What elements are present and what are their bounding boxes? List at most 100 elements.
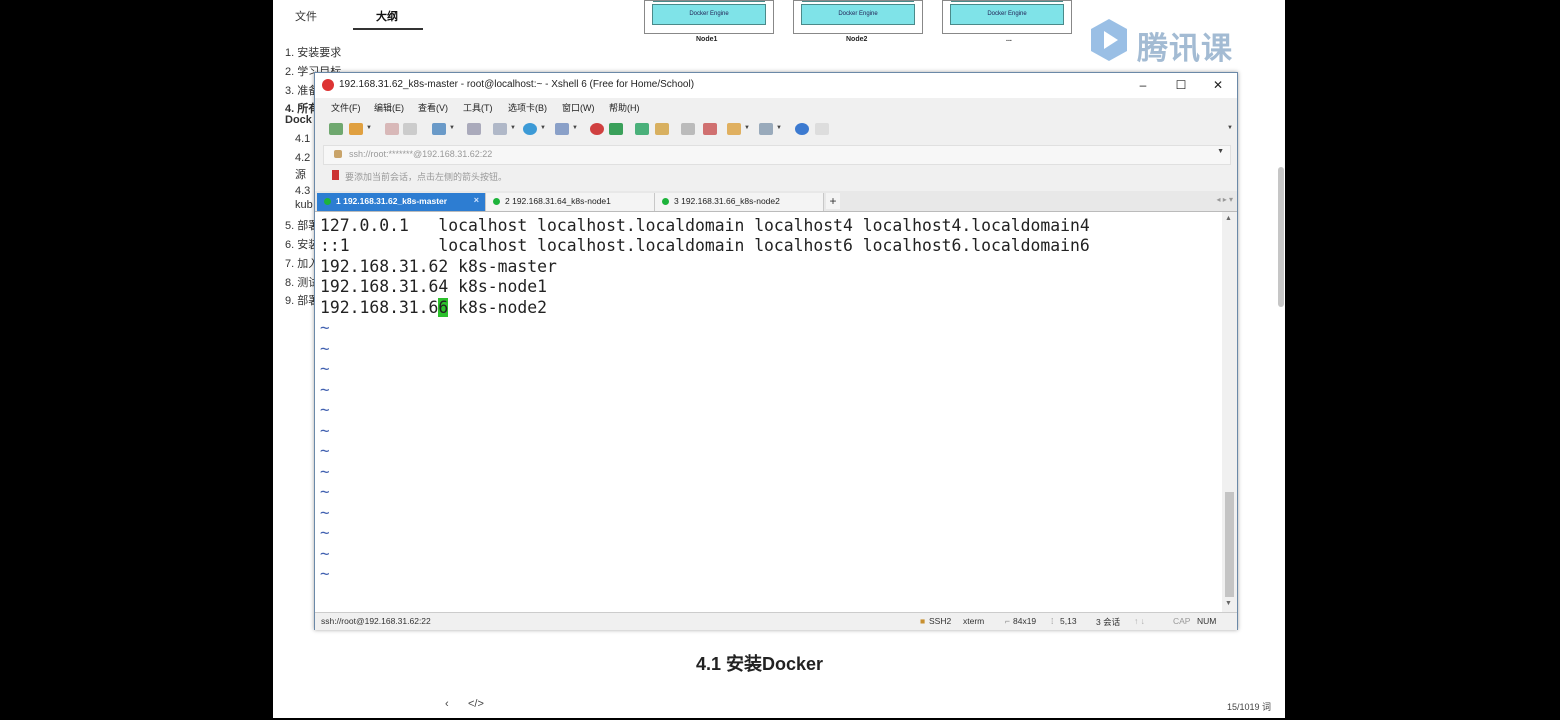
status-term: xterm xyxy=(963,616,985,626)
add-tab-button[interactable]: + xyxy=(826,193,840,209)
chat-icon[interactable] xyxy=(815,123,829,135)
xshell-logo-icon xyxy=(322,79,334,91)
code-icon[interactable]: </> xyxy=(468,698,484,710)
connected-icon xyxy=(493,198,500,205)
find-icon[interactable] xyxy=(467,123,481,135)
keyboard-icon[interactable] xyxy=(681,123,695,135)
tab-scroll-arrows[interactable]: ◂ ▸ ▾ xyxy=(1217,195,1234,204)
outline-item[interactable]: 4.2 xyxy=(295,152,310,164)
chevron-down-icon[interactable]: ▼ xyxy=(1227,125,1233,131)
watermark: 腾讯课堂 xyxy=(1087,17,1257,111)
connected-icon xyxy=(324,198,331,205)
address-bar[interactable]: ssh://root:*******@192.168.31.62:22 ▼ xyxy=(323,145,1231,165)
empty-line-tilde: ~ xyxy=(320,380,330,399)
menu-tabs[interactable]: 选项卡(B) xyxy=(508,101,547,114)
outline-item[interactable]: 源 xyxy=(295,166,306,182)
line-text: 192.168.31.6 xyxy=(320,298,439,317)
empty-line-tilde: ~ xyxy=(320,359,330,378)
chevron-left-icon[interactable]: ‹ xyxy=(445,698,449,710)
line-text: k8s-node2 xyxy=(448,298,547,317)
empty-line-tilde: ~ xyxy=(320,339,330,358)
empty-line-tilde: ~ xyxy=(320,441,330,460)
chevron-down-icon[interactable]: ▼ xyxy=(540,125,546,131)
maximize-button[interactable]: ☐ xyxy=(1166,76,1196,94)
bookmark-icon[interactable] xyxy=(332,170,339,180)
layout-icon[interactable] xyxy=(493,123,507,135)
compose-icon[interactable] xyxy=(727,123,741,135)
open-folder-icon[interactable] xyxy=(349,123,363,135)
minimize-button[interactable]: – xyxy=(1128,76,1158,94)
close-icon[interactable]: × xyxy=(474,195,479,205)
menu-file[interactable]: 文件(F) xyxy=(331,101,361,114)
document-bottom-bar: ‹ </> 15/1019 词 xyxy=(273,694,1285,716)
lock-icon xyxy=(334,150,342,158)
terminal-line: 192.168.31.64 k8s-node1 xyxy=(320,277,547,296)
tab-file[interactable]: 文件 xyxy=(295,8,317,24)
tab-session-node2[interactable]: 3 192.168.31.66_k8s-node2 xyxy=(655,193,824,211)
session-hint-bar: 要添加当前会话，点击左侧的箭头按钮。 xyxy=(323,167,1229,185)
terminal-area[interactable]: 127.0.0.1 localhost localhost.localdomai… xyxy=(315,212,1222,612)
chevron-down-icon[interactable]: ▼ xyxy=(744,125,750,131)
transfer-icon[interactable] xyxy=(609,123,623,135)
tab-label: 2 192.168.31.64_k8s-node1 xyxy=(505,196,611,206)
node-label: Node2 xyxy=(846,36,868,43)
outline-item[interactable]: 1. 安装要求 xyxy=(285,44,341,60)
globe-icon[interactable] xyxy=(523,123,537,135)
close-button[interactable]: ✕ xyxy=(1203,76,1233,94)
font-icon[interactable] xyxy=(555,123,569,135)
cursor-position-icon: ⁞ xyxy=(1051,616,1054,626)
help-icon[interactable] xyxy=(795,123,809,135)
outline-item[interactable]: Dock xyxy=(285,114,312,126)
chevron-down-icon[interactable]: ▼ xyxy=(1225,600,1232,607)
resize-icon: ⌐ xyxy=(1005,616,1010,626)
lock-icon[interactable] xyxy=(655,123,669,135)
title-bar[interactable]: 192.168.31.62_k8s-master - root@localhos… xyxy=(315,73,1237,98)
scrollbar-thumb[interactable] xyxy=(1225,492,1234,597)
node-label: Node1 xyxy=(696,36,718,43)
empty-line-tilde: ~ xyxy=(320,523,330,542)
chevron-down-icon[interactable]: ▼ xyxy=(366,125,372,131)
terminal-line-cursor: 192.168.31.66 k8s-node2 xyxy=(320,298,547,317)
new-session-icon[interactable] xyxy=(329,123,343,135)
fullscreen-icon[interactable] xyxy=(635,123,649,135)
outline-item[interactable]: 4.3 xyxy=(295,185,310,197)
menu-edit[interactable]: 编辑(E) xyxy=(374,101,404,114)
tab-outline[interactable]: 大纲 xyxy=(376,8,398,24)
chevron-up-icon[interactable]: ▲ xyxy=(1225,215,1232,222)
tab-session-node1[interactable]: 2 192.168.31.64_k8s-node1 xyxy=(486,193,655,211)
chevron-down-icon[interactable]: ▼ xyxy=(449,125,455,131)
menu-tools[interactable]: 工具(T) xyxy=(463,101,493,114)
tab-label: 1 192.168.31.62_k8s-master xyxy=(336,196,448,206)
xftp-icon[interactable] xyxy=(590,123,604,135)
properties-icon[interactable] xyxy=(432,123,446,135)
outline-item[interactable]: kub xyxy=(295,199,313,211)
terminal-scrollbar[interactable]: ▲ ▼ xyxy=(1223,212,1236,612)
menu-help[interactable]: 帮助(H) xyxy=(609,101,640,114)
status-sessions: 3 会话 xyxy=(1096,617,1121,627)
tab-session-master[interactable]: 1 192.168.31.62_k8s-master × xyxy=(317,193,486,211)
empty-line-tilde: ~ xyxy=(320,462,330,481)
menu-view[interactable]: 查看(V) xyxy=(418,101,448,114)
document-scrollbar[interactable] xyxy=(1278,167,1284,307)
window-title: 192.168.31.62_k8s-master - root@localhos… xyxy=(339,79,695,90)
status-num: NUM xyxy=(1197,616,1217,626)
highlight-icon[interactable] xyxy=(703,123,717,135)
empty-line-tilde: ~ xyxy=(320,421,330,440)
disconnect-icon[interactable] xyxy=(403,123,417,135)
outline-item[interactable]: 4.1 xyxy=(295,133,310,145)
chevron-down-icon[interactable]: ▼ xyxy=(776,125,782,131)
empty-line-tilde: ~ xyxy=(320,564,330,583)
session-tabs: 1 192.168.31.62_k8s-master × 2 192.168.3… xyxy=(315,191,1237,212)
address-input[interactable]: ssh://root:*******@192.168.31.62:22 xyxy=(349,149,492,159)
reconnect-icon[interactable] xyxy=(385,123,399,135)
node-label: ... xyxy=(1006,36,1012,43)
status-cap: CAP xyxy=(1173,616,1191,626)
menu-window[interactable]: 窗口(W) xyxy=(562,101,595,114)
tile-icon[interactable] xyxy=(759,123,773,135)
chevron-down-icon[interactable]: ▼ xyxy=(572,125,578,131)
menu-bar: 文件(F) 编辑(E) 查看(V) 工具(T) 选项卡(B) 窗口(W) 帮助(… xyxy=(315,99,1237,117)
chevron-down-icon[interactable]: ▼ xyxy=(1217,148,1224,155)
connected-icon xyxy=(662,198,669,205)
session-nav-arrows[interactable]: ↑ ↓ xyxy=(1134,616,1145,626)
chevron-down-icon[interactable]: ▼ xyxy=(510,125,516,131)
